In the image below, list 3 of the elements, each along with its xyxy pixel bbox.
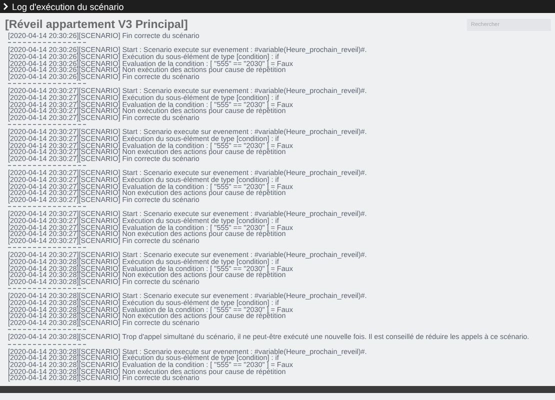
scenario-title: [Réveil appartement V3 Principal] xyxy=(5,19,188,31)
chevron-right-icon[interactable] xyxy=(3,3,8,10)
window-title: Log d'exécution du scénario xyxy=(12,2,124,12)
